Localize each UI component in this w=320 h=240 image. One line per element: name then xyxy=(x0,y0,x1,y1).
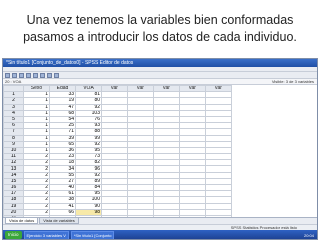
table-body: 1 1 33 81 2 1 19 80 3 1 47 92 4 1 68 103 5 1 54 76 6 1 25 93 7 1 7… xyxy=(3,91,232,223)
start-button[interactable]: Inicio xyxy=(5,231,22,239)
find-icon[interactable] xyxy=(54,73,59,78)
goto-case-icon[interactable] xyxy=(40,73,45,78)
toolbar xyxy=(3,72,317,79)
cell-address: 20 : VOA xyxy=(5,79,22,84)
open-icon[interactable] xyxy=(5,73,10,78)
data-table: Sexo Edad VOA var var var var var 1 1 33 81… xyxy=(3,84,232,223)
redo-icon[interactable] xyxy=(33,73,38,78)
save-icon[interactable] xyxy=(12,73,17,78)
print-icon[interactable] xyxy=(19,73,24,78)
window-title: *Sin título1 [Conjunto_de_datos0] - SPSS… xyxy=(3,59,317,67)
view-tabs: Vista de datos Vista de variables xyxy=(3,217,317,224)
taskbar: Inicio Ejercicio 3 variables V *Sin títu… xyxy=(3,230,317,239)
variables-icon[interactable] xyxy=(47,73,52,78)
slide-caption: Una vez tenemos la variables bien confor… xyxy=(0,12,320,46)
taskbar-item-spss[interactable]: *Sin título1 [Conjunto xyxy=(70,230,115,239)
taskbar-item-document[interactable]: Ejercicio 3 variables V xyxy=(23,230,69,239)
undo-icon[interactable] xyxy=(26,73,31,78)
caption-line-2: pasamos a introducir los datos de cada i… xyxy=(23,30,297,44)
taskbar-clock: 20:04 xyxy=(303,232,314,238)
caption-line-1: Una vez tenemos la variables bien confor… xyxy=(26,13,294,27)
data-grid[interactable]: Sexo Edad VOA var var var var var 1 1 33 81… xyxy=(3,84,317,223)
spss-window: *Sin título1 [Conjunto_de_datos0] - SPSS… xyxy=(2,58,318,240)
